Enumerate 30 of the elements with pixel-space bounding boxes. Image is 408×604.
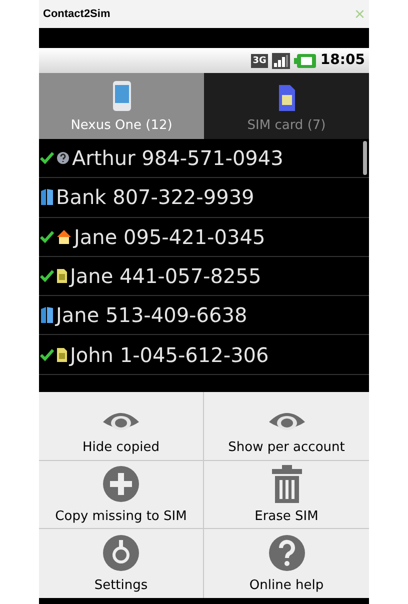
help-icon: [268, 534, 306, 572]
phone-icon: [112, 80, 132, 112]
menu-item[interactable]: Hide copied: [39, 392, 204, 461]
gear-icon: [102, 534, 140, 572]
network-badge: 3G: [250, 54, 268, 68]
contact-row[interactable]: Jane 513-409-6638: [39, 296, 369, 336]
trash-icon: [270, 464, 302, 503]
book-icon: [40, 306, 54, 324]
sim-card-icon: [278, 84, 296, 112]
clock: 18:05: [320, 51, 365, 70]
menu-item[interactable]: Settings: [39, 529, 204, 598]
menu-item[interactable]: Erase SIM: [204, 460, 369, 530]
question-icon: [56, 151, 70, 166]
sim-card-icon: [56, 346, 68, 363]
menu-item[interactable]: Copy missing to SIM: [39, 460, 204, 530]
contact-row[interactable]: Jane 095-421-0345: [39, 218, 369, 257]
window-title: Contact2Sim: [43, 6, 110, 22]
signal-icon: [272, 52, 290, 68]
book-icon: [40, 188, 54, 206]
house-icon: [56, 228, 72, 245]
menu-item[interactable]: Online help: [204, 529, 369, 598]
tab[interactable]: SIM card (7): [204, 73, 369, 139]
sim-card-icon: [56, 268, 68, 284]
menu-item[interactable]: Show per account: [204, 392, 369, 461]
contact-row[interactable]: John 1-045-612-306: [39, 335, 369, 375]
contact-row[interactable]: Bank 807-322-9939: [39, 178, 369, 218]
contact-row[interactable]: Jane 441-057-8255: [39, 256, 369, 296]
plus-icon: [102, 464, 140, 503]
battery-icon: [294, 54, 316, 68]
scrollbar: [363, 141, 367, 175]
